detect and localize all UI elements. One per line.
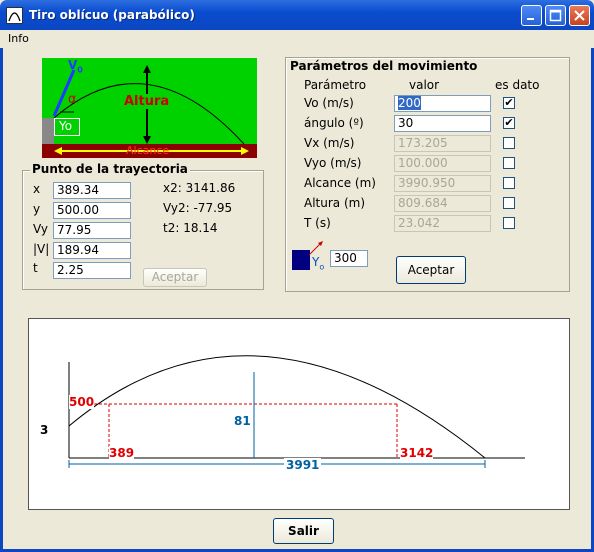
param-field-vyo[interactable]: 100.000 [394, 155, 491, 172]
app-icon[interactable] [6, 7, 23, 24]
yo-label: Yo [54, 118, 80, 136]
exit-button[interactable]: Salir [273, 518, 334, 544]
param-label-altura: Altura (m) [304, 196, 366, 210]
param-field-angulo[interactable]: 30 [394, 115, 491, 132]
plot-range-label: 3991 [284, 458, 322, 472]
plot-height-label: 81 [234, 414, 251, 428]
col-valor-header: valor [409, 78, 440, 92]
param-label-alcance: Alcance (m) [304, 176, 376, 190]
yo-arrow-icon [308, 241, 323, 256]
v0-label: V0 [68, 58, 83, 74]
plot-x1-label: 389 [109, 446, 135, 460]
param-check-vyo[interactable] [503, 157, 515, 169]
param-value-vo: 200 [398, 96, 421, 110]
maximize-button[interactable] [545, 5, 566, 26]
t-field[interactable]: 2.25 [53, 262, 131, 279]
window-border-left [0, 30, 3, 552]
plot-x2-label: 3142 [400, 446, 434, 460]
param-check-alcance[interactable] [503, 177, 515, 189]
col-dato-header: es dato [495, 78, 540, 92]
yo-color-swatch[interactable]: Yo [292, 240, 328, 271]
menu-info[interactable]: Info [8, 32, 29, 45]
menu-bar [0, 30, 594, 48]
v-magnitude-field[interactable]: 189.94 [53, 242, 131, 259]
param-field-vx[interactable]: 173.205 [394, 135, 491, 152]
close-button[interactable] [569, 5, 590, 26]
plot-y-label: 500 [69, 395, 95, 409]
punto-accept-button[interactable]: Aceptar [143, 268, 207, 287]
vy-label: Vy [33, 222, 48, 236]
param-label-vx: Vx (m/s) [304, 136, 355, 150]
x2-value: x2: 3141.86 [163, 181, 236, 195]
trajectory-diagram: V0 α Yo Altura Alcance [42, 58, 257, 158]
yo-small-sub: o [319, 262, 325, 272]
x-label: x [33, 182, 41, 196]
param-check-vo[interactable]: ✔ [503, 97, 515, 109]
parabola-curve [68, 355, 486, 459]
params-title: Parámetros del movimiento [288, 59, 480, 73]
param-field-alcance[interactable]: 3990.950 [394, 175, 491, 192]
altura-label: Altura [124, 94, 170, 109]
plot-svg [68, 355, 525, 468]
x-field[interactable]: 389.34 [53, 182, 131, 199]
param-check-vx[interactable] [503, 137, 515, 149]
param-check-angulo[interactable]: ✔ [503, 117, 515, 129]
param-check-t[interactable] [503, 217, 515, 229]
v0-text: V [68, 58, 78, 72]
window-title: Tiro oblícuo (parabólico) [29, 8, 195, 22]
param-field-altura[interactable]: 809.684 [394, 195, 491, 212]
punto-title: Punto de la trayectoria [30, 162, 190, 176]
y-field[interactable]: 500.00 [53, 202, 131, 219]
vy-field[interactable]: 77.95 [53, 222, 131, 239]
param-label-vyo: Vyo (m/s) [304, 156, 362, 170]
y-label: y [33, 202, 41, 216]
v0-sub: 0 [77, 65, 83, 75]
param-check-altura[interactable] [503, 197, 515, 209]
yo-small-label: Yo [312, 255, 324, 271]
t2-value: t2: 18.14 [163, 221, 218, 235]
param-label-angulo: ángulo (º) [304, 116, 364, 130]
param-label-t: T (s) [304, 216, 331, 230]
v-magnitude-label: |V| [33, 242, 50, 256]
t-label: t [33, 261, 38, 275]
plot-left-label: 3 [40, 423, 49, 437]
vy2-value: Vy2: -77.95 [163, 201, 233, 215]
yo-field[interactable]: 300 [330, 250, 368, 267]
launch-platform [42, 118, 54, 144]
params-accept-button[interactable]: Aceptar [396, 256, 466, 284]
alcance-label: Alcance [126, 144, 170, 157]
minimize-button[interactable] [521, 5, 542, 26]
alpha-label: α [68, 92, 77, 107]
trajectory-plot: 3 500 81 389 3142 3991 [28, 318, 570, 510]
param-field-vo[interactable]: 200 [394, 95, 491, 112]
param-field-t[interactable]: 23.042 [394, 215, 491, 232]
param-label-vo: Vo (m/s) [304, 96, 354, 110]
col-param-header: Parámetro [304, 78, 367, 92]
